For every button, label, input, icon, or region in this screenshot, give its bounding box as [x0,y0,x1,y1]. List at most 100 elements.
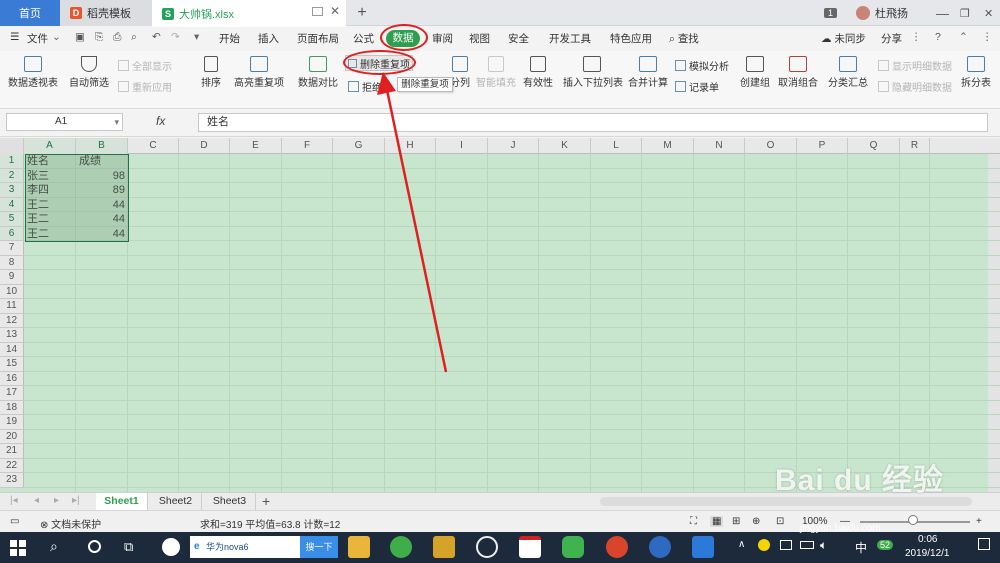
simulate-analysis-button[interactable]: 模拟分析 [675,58,729,73]
fullscreen-icon[interactable]: ⛶ [690,516,697,527]
highlight-duplicates-button[interactable]: 高亮重复项 [233,56,285,89]
tray-plus-icon[interactable] [758,539,770,551]
column-header-p[interactable]: P [797,138,848,154]
column-header-h[interactable]: H [385,138,436,154]
prev-sheet-icon[interactable]: ◂ [34,495,39,506]
column-header-m[interactable]: M [642,138,694,154]
ime-indicator[interactable]: 中 [855,539,867,556]
wechat-icon[interactable] [562,536,584,558]
column-header-o[interactable]: O [745,138,797,154]
column-header-e[interactable]: E [230,138,282,154]
menu-page-layout[interactable]: 页面布局 [297,31,339,46]
tray-app-icon[interactable] [780,540,792,550]
menu-view[interactable]: 视图 [469,31,490,46]
menu-security[interactable]: 安全 [508,31,529,46]
battery-icon[interactable] [800,541,814,549]
spreadsheet-grid[interactable]: ABCDEFGHIJKLMNOPQR 1 2 3 4 5 6 7 8 9 10 11 12 13 14 15… [0,138,1000,492]
show-all-button[interactable]: 全部显示 [118,58,172,73]
help-icon[interactable]: ? [935,31,941,43]
qq-icon[interactable] [476,536,498,558]
notification-icon[interactable] [978,538,990,550]
volume-icon[interactable]: 🔈︎ [820,538,827,553]
row-header-13[interactable]: 13 [0,328,24,343]
restore-icon[interactable]: ❐ [960,0,970,26]
new-tab-icon[interactable]: + [352,0,372,26]
row-header-18[interactable]: 18 [0,400,24,415]
notification-badge[interactable]: 1 [824,0,838,26]
name-box[interactable]: A1 ▾ [6,113,123,131]
record-form-button[interactable]: 记录单 [675,79,719,94]
hide-detail-button[interactable]: 隐藏明细数据 [878,79,952,94]
insert-dropdown-button[interactable]: 插入下拉列表 [563,56,623,89]
menu-insert[interactable]: 插入 [258,31,279,46]
formula-input[interactable]: 姓名 [198,113,988,132]
column-header-l[interactable]: L [591,138,642,154]
create-group-button[interactable]: 创建组 [738,56,772,89]
row-header-10[interactable]: 10 [0,284,24,299]
close-window-icon[interactable]: ✕ [984,0,993,26]
red-app-icon[interactable] [519,536,541,558]
sheet-tab-2[interactable]: Sheet2 [150,493,202,510]
row-header-22[interactable]: 22 [0,458,24,473]
column-header-r[interactable]: R [900,138,930,154]
tab-template[interactable]: D 稻壳模板 [60,0,152,26]
row-header-3[interactable]: 3 [0,183,24,198]
menu-review[interactable]: 审阅 [432,31,453,46]
row-header-9[interactable]: 9 [0,270,24,285]
column-header-j[interactable]: J [488,138,539,154]
search-icon[interactable]: ⌕ [50,538,58,555]
page-layout-view-icon[interactable]: ⊞ [732,516,740,527]
status-icon[interactable]: ▭ [10,516,19,527]
vertical-scrollbar[interactable] [988,154,1000,492]
windows-start-icon[interactable] [10,540,26,556]
column-header-f[interactable]: F [282,138,333,154]
tab-document[interactable]: S 大帅锅.xlsx ✕ [152,0,346,27]
data-compare-button[interactable]: 数据对比 [294,56,342,89]
wps-icon[interactable] [433,536,455,558]
tray-chevron-icon[interactable]: ∧ [738,539,745,550]
next-sheet-icon[interactable]: ▸ [54,495,59,506]
fx-icon[interactable]: fx [156,114,165,128]
row-header-4[interactable]: 4 [0,197,24,212]
last-sheet-icon[interactable]: ▸| [72,495,80,506]
chevron-down-icon[interactable]: ▾ [114,114,119,130]
row-header-5[interactable]: 5 [0,212,24,227]
column-header-b[interactable]: B [76,138,128,154]
cortana-icon[interactable] [88,540,101,553]
security-app-icon[interactable] [649,536,671,558]
reapply-button[interactable]: 重新应用 [118,79,172,94]
column-header-a[interactable]: A [24,138,76,154]
reject-entry-button[interactable]: 拒绝录 [348,79,392,94]
export-icon[interactable]: ⎘ [95,31,103,44]
column-header-d[interactable]: D [179,138,230,154]
taskbar-search-input[interactable]: 华为nova6 [190,536,300,558]
clock-date[interactable]: 2019/12/1 [905,548,950,559]
screen-icon[interactable] [312,7,323,16]
row-header-1[interactable]: 1 [0,154,24,169]
hamburger-icon[interactable]: ☰ [10,31,19,43]
menu-special[interactable]: 特色应用 [610,31,652,46]
column-header-g[interactable]: G [333,138,385,154]
sort-button[interactable]: 排序 [198,56,224,89]
file-explorer-icon[interactable] [348,536,370,558]
sheet-tab-3[interactable]: Sheet3 [204,493,256,510]
row-header-19[interactable]: 19 [0,415,24,430]
row-header-11[interactable]: 11 [0,299,24,314]
show-detail-button[interactable]: 显示明细数据 [878,58,952,73]
row-header-2[interactable]: 2 [0,168,24,183]
select-all-corner[interactable] [0,138,24,154]
undo-icon[interactable]: ↶ [152,31,161,43]
task-view-icon[interactable]: ⧉ [124,539,133,555]
pivot-table-button[interactable]: 数据透视表 [8,56,58,89]
column-header-k[interactable]: K [539,138,591,154]
menu-formula[interactable]: 公式 [353,31,374,46]
wps-writer-icon[interactable] [692,536,714,558]
menu-developer[interactable]: 开发工具 [549,31,591,46]
column-header-i[interactable]: I [436,138,488,154]
row-header-14[interactable]: 14 [0,342,24,357]
row-header-16[interactable]: 16 [0,371,24,386]
column-header-q[interactable]: Q [848,138,900,154]
preview-icon[interactable]: ⌕ [131,31,137,44]
taskbar-search-button[interactable]: 搜一下 [300,536,338,558]
print-icon[interactable]: ⎙ [113,31,121,44]
